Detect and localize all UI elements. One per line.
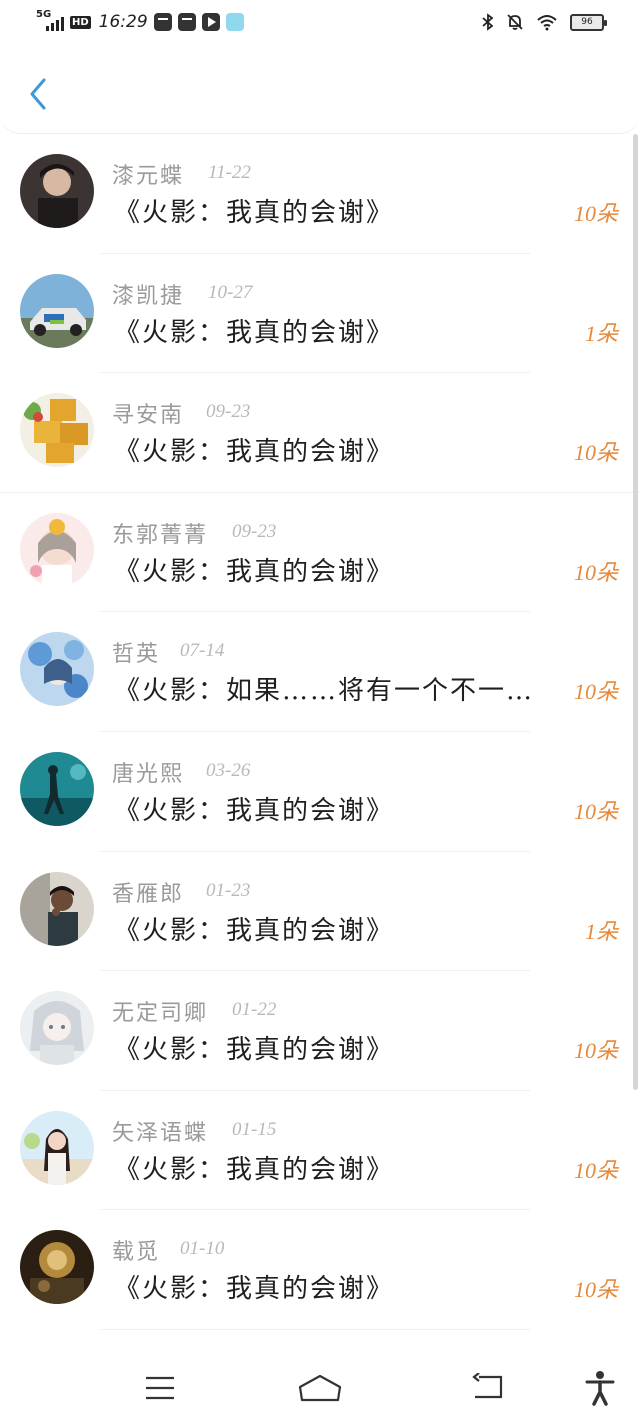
wifi-icon [537, 15, 557, 31]
avatar[interactable] [20, 991, 94, 1066]
user-name: 东郭菁菁 [112, 522, 209, 548]
record-date: 09-23 [232, 520, 277, 542]
avatar[interactable] [20, 154, 94, 228]
record-date: 07-14 [180, 640, 225, 662]
flower-count: 10朵 [573, 1277, 618, 1303]
list-item[interactable]: 矢泽语蝶 01-15 《火影：我真的会谢》 10朵 [0, 1091, 640, 1211]
flower-count: 10朵 [573, 798, 618, 824]
user-name: 香雁郎 [112, 881, 185, 907]
avatar[interactable] [20, 512, 94, 587]
app-notification-icon [225, 13, 244, 31]
avatar[interactable] [20, 871, 94, 946]
play-icon [201, 13, 220, 31]
book-title[interactable]: 《火影：我真的会谢》 [114, 431, 564, 468]
avatar[interactable] [20, 393, 94, 468]
top-bar [0, 46, 640, 134]
signal-icon: 5G [36, 9, 64, 31]
message-icon [177, 13, 196, 31]
list-item[interactable]: 唐光熙 03-26 《火影：我真的会谢》 10朵 [0, 732, 640, 852]
home-button[interactable] [298, 1368, 342, 1408]
back-button[interactable] [18, 74, 58, 114]
gift-record-list: 漆元蝶 11-22 《火影：我真的会谢》 10朵 漆凯捷 10-27 《火影：我… [0, 134, 640, 1350]
list-item[interactable]: 哲英 07-14 《火影：如果……将有一个不一… 10朵 [0, 612, 640, 732]
mute-bell-icon [507, 14, 523, 30]
flower-count: 1朵 [584, 918, 618, 944]
book-title[interactable]: 《火影：我真的会谢》 [114, 910, 564, 947]
flower-count: 10朵 [573, 440, 618, 466]
avatar[interactable] [20, 751, 94, 826]
list-item[interactable]: 无定司卿 01-22 《火影：我真的会谢》 10朵 [0, 971, 640, 1091]
user-name: 寻安南 [112, 403, 185, 429]
record-date: 03-26 [206, 759, 251, 781]
book-title[interactable]: 《火影：我真的会谢》 [114, 312, 564, 349]
list-item[interactable]: 漆凯捷 10-27 《火影：我真的会谢》 1朵 [0, 254, 640, 374]
book-title[interactable]: 《火影：我真的会谢》 [114, 192, 564, 229]
scrollbar[interactable] [633, 134, 638, 1090]
user-name: 漆凯捷 [112, 283, 185, 309]
user-name: 矢泽语蝶 [112, 1120, 209, 1146]
flower-count: 10朵 [573, 559, 618, 585]
avatar[interactable] [20, 632, 94, 707]
user-name: 唐光熙 [112, 761, 185, 787]
avatar[interactable] [20, 273, 94, 348]
record-date: 11-22 [208, 162, 251, 183]
list-item[interactable]: 寻安南 09-23 《火影：我真的会谢》 10朵 [0, 373, 640, 493]
record-date: 10-27 [208, 281, 253, 303]
status-bar: 5G HD 16:29 96 [0, 0, 640, 46]
record-date: 01-22 [232, 999, 277, 1021]
chevron-left-icon [30, 78, 46, 110]
book-title[interactable]: 《火影：我真的会谢》 [114, 1149, 564, 1186]
flower-count: 10朵 [573, 1157, 618, 1183]
user-name: 载觅 [112, 1240, 161, 1266]
accessibility-button[interactable] [578, 1368, 622, 1408]
flower-count: 10朵 [573, 1038, 618, 1064]
user-name: 无定司卿 [112, 1001, 209, 1027]
divider [100, 1328, 530, 1330]
record-date: 01-23 [206, 879, 251, 901]
back-nav-button[interactable] [466, 1368, 510, 1408]
avatar[interactable] [20, 1110, 94, 1185]
avatar[interactable] [20, 1230, 94, 1305]
message-icon [153, 13, 172, 31]
book-title[interactable]: 《火影：如果……将有一个不一… [114, 670, 564, 707]
user-name: 漆元蝶 [112, 164, 185, 189]
book-title[interactable]: 《火影：我真的会谢》 [114, 551, 564, 588]
list-item[interactable]: 东郭菁菁 09-23 《火影：我真的会谢》 10朵 [0, 493, 640, 613]
flower-count: 10朵 [573, 679, 618, 705]
user-name: 哲英 [112, 642, 161, 668]
record-date: 01-15 [232, 1118, 277, 1140]
flower-count: 1朵 [584, 320, 618, 346]
network-type: 5G [36, 9, 52, 20]
bluetooth-icon [482, 13, 494, 31]
record-date: 01-10 [180, 1238, 225, 1260]
book-title[interactable]: 《火影：我真的会谢》 [114, 1029, 564, 1066]
home-icon [298, 1374, 342, 1402]
book-title[interactable]: 《火影：我真的会谢》 [114, 790, 564, 827]
flower-count: 10朵 [573, 201, 618, 226]
bottom-nav [0, 1350, 640, 1428]
book-title[interactable]: 《火影：我真的会谢》 [114, 1268, 564, 1305]
record-date: 09-23 [206, 401, 251, 423]
hd-badge: HD [70, 15, 91, 29]
back-icon [472, 1373, 503, 1399]
menu-icon [146, 1376, 174, 1400]
list-item[interactable]: 漆元蝶 11-22 《火影：我真的会谢》 10朵 [0, 134, 640, 254]
menu-button[interactable] [138, 1368, 182, 1408]
list-item[interactable]: 香雁郎 01-23 《火影：我真的会谢》 1朵 [0, 852, 640, 972]
list-item[interactable]: 载觅 01-10 《火影：我真的会谢》 10朵 [0, 1210, 640, 1330]
battery-indicator: 96 [570, 13, 607, 31]
status-time: 16:29 [98, 12, 148, 32]
accessibility-icon [585, 1371, 615, 1406]
